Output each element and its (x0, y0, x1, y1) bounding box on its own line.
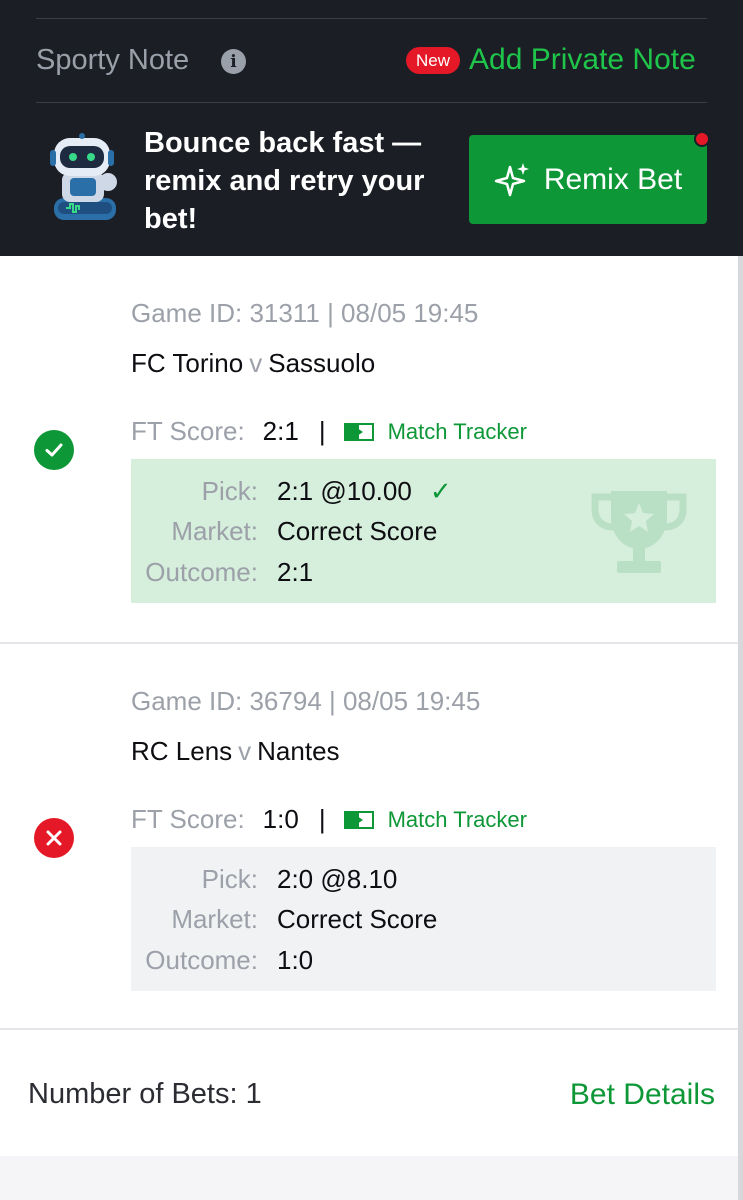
separator: | (318, 804, 326, 834)
versus-label: v (249, 348, 263, 378)
ft-score-label: FT Score: (131, 416, 245, 446)
game-item: Game ID: 31311 | 08/05 19:45 FC Torino v S… (0, 256, 738, 644)
cross-circle-icon (34, 818, 74, 858)
game-id: Game ID: 36794 | 08/05 19:45 (131, 686, 481, 716)
pick-label: Pick: (201, 476, 258, 506)
trophy-icon (591, 491, 687, 573)
notification-dot (694, 131, 710, 147)
remix-bet-label: Remix Bet (543, 162, 683, 196)
ft-score-value: 1:0 (262, 804, 299, 834)
pick-value: 2:0 @8.10 (277, 864, 398, 894)
remix-promo-text: Bounce back fast — remix and retry your … (144, 127, 425, 235)
outcome-value: 2:1 (277, 557, 314, 587)
pick-label: Pick: (201, 864, 258, 894)
separator: | (318, 416, 326, 446)
check-circle-icon (34, 430, 74, 470)
ft-score-row: FT Score: 1:0 | Match Tracker (131, 804, 527, 835)
outcome-row: Outcome: 1:0 (131, 945, 716, 979)
divider (36, 18, 707, 19)
bet-content: Game ID: 31311 | 08/05 19:45 FC Torino v S… (0, 256, 738, 1156)
info-icon[interactable]: i (221, 49, 246, 74)
ft-score-row: FT Score: 2:1 | Match Tracker (131, 416, 527, 447)
market-value: Correct Score (277, 904, 438, 934)
remix-bet-button[interactable]: Remix Bet (469, 131, 710, 224)
game-id: Game ID: 31311 | 08/05 19:45 (131, 298, 479, 328)
game-item: Game ID: 36794 | 08/05 19:45 RC Lens v Nan… (0, 644, 738, 1030)
number-of-bets: Number of Bets: 1 (28, 1078, 262, 1110)
pick-details: Pick: 2:1 @10.00 ✓ Market: Correct Score … (131, 459, 716, 603)
versus-label: v (238, 736, 252, 766)
market-row: Market: Correct Score (131, 904, 716, 938)
sporty-note-title: Sporty Note (36, 44, 190, 76)
home-team: FC Torino (131, 348, 244, 378)
divider (36, 102, 707, 103)
away-team: Nantes (257, 736, 340, 766)
bet-details-link[interactable]: Bet Details (570, 1078, 715, 1112)
market-label: Market: (171, 904, 258, 934)
market-label: Market: (171, 516, 258, 546)
checkmark-icon: ✓ (429, 476, 452, 506)
home-team: RC Lens (131, 736, 233, 766)
pick-value: 2:1 @10.00 ✓ (277, 476, 452, 506)
match-tracker-link[interactable]: Match Tracker (388, 419, 527, 445)
market-value: Correct Score (277, 516, 438, 546)
away-team: Sassuolo (268, 348, 376, 378)
new-badge: New (406, 47, 461, 74)
pick-row: Pick: 2:0 @8.10 (131, 864, 716, 898)
add-private-note-link[interactable]: Add Private Note (469, 43, 696, 77)
scrollbar[interactable] (738, 256, 743, 1200)
pick-details: Pick: 2:0 @8.10 Market: Correct Score Ou… (131, 847, 716, 991)
match-tracker-icon[interactable] (343, 810, 374, 829)
sporty-note-header: Sporty Note i New Add Private Note Bounc… (0, 0, 743, 256)
robot-icon (50, 133, 117, 220)
match-tracker-link[interactable]: Match Tracker (388, 807, 527, 833)
sparkle-icon (494, 162, 529, 196)
match-teams: RC Lens v Nantes (131, 736, 340, 767)
match-tracker-icon[interactable] (343, 422, 374, 441)
outcome-value: 1:0 (277, 945, 314, 975)
ft-score-label: FT Score: (131, 804, 245, 834)
outcome-label: Outcome: (145, 945, 258, 975)
ft-score-value: 2:1 (262, 416, 299, 446)
match-teams: FC Torino v Sassuolo (131, 348, 375, 379)
outcome-label: Outcome: (145, 557, 258, 587)
